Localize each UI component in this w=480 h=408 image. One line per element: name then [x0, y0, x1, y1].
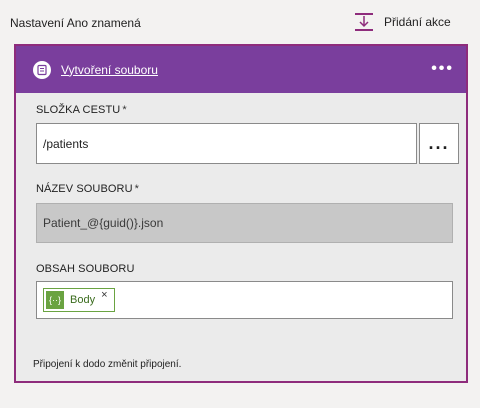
card-header[interactable]: Vytvoření souboru •••	[16, 46, 466, 93]
settings-link[interactable]: Nastavení Ano znamená	[10, 16, 141, 30]
required-mark: *	[122, 104, 127, 116]
required-mark: *	[134, 183, 140, 195]
remove-token-icon[interactable]: ×	[101, 289, 107, 301]
file-name-value: Patient_@{guid()}.json	[43, 216, 164, 230]
file-name-label-text: NÁZEV SOUBORU	[36, 183, 133, 195]
file-connector-icon	[33, 60, 51, 79]
body-token-label: Body	[70, 294, 96, 306]
body-token[interactable]: {··} Body ×	[43, 288, 115, 312]
browse-folder-button[interactable]: ...	[419, 123, 459, 164]
add-action-label: Přidání akce	[384, 15, 451, 29]
folder-path-input[interactable]: /patients	[36, 123, 417, 164]
create-file-card: Vytvoření souboru ••• SLOŽKA CESTU * /pat…	[14, 44, 468, 383]
top-bar: Nastavení Ano znamená Přidání akce	[0, 0, 480, 40]
connection-info[interactable]: Připojení k dodo změnit připojení.	[33, 359, 181, 370]
add-action-icon	[354, 12, 374, 32]
file-content-label: OBSAH SOUBORU	[36, 263, 135, 275]
file-content-input[interactable]: {··} Body ×	[36, 281, 453, 319]
file-content-label-text: OBSAH SOUBORU	[36, 263, 135, 275]
file-name-input[interactable]: Patient_@{guid()}.json	[36, 203, 453, 243]
dynamic-content-icon: {··}	[46, 291, 64, 309]
folder-path-value: /patients	[43, 136, 89, 151]
folder-path-label: SLOŽKA CESTU *	[36, 104, 127, 116]
folder-path-label-text: SLOŽKA CESTU	[36, 104, 121, 116]
more-options-icon[interactable]: •••	[431, 60, 454, 78]
card-title[interactable]: Vytvoření souboru	[61, 63, 158, 77]
add-action-button[interactable]: Přidání akce	[354, 11, 451, 33]
file-name-label: NÁZEV SOUBORU *	[36, 183, 139, 195]
